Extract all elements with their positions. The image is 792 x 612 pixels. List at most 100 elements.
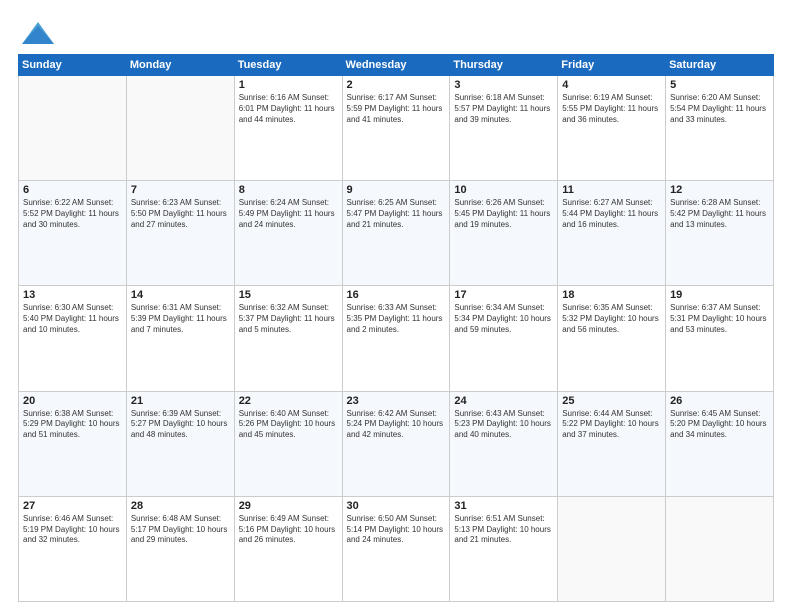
calendar-cell: 30 Sunrise: 6:50 AM Sunset: 5:14 PM Dayli…: [342, 496, 450, 601]
day-info: Sunrise: 6:33 AM Sunset: 5:35 PM Dayligh…: [347, 303, 446, 335]
calendar-cell: 17 Sunrise: 6:34 AM Sunset: 5:34 PM Dayli…: [450, 286, 558, 391]
calendar-cell: 28Sunrise: 6:48 AM Sunset: 5:17 PM Dayli…: [126, 496, 234, 601]
calendar-cell: 23 Sunrise: 6:42 AM Sunset: 5:24 PM Dayli…: [342, 391, 450, 496]
day-info: Sunrise: 6:34 AM Sunset: 5:34 PM Dayligh…: [454, 303, 553, 335]
day-number: 23: [347, 395, 446, 407]
calendar-table: SundayMondayTuesdayWednesdayThursdayFrid…: [18, 54, 774, 602]
calendar-cell: 26 Sunrise: 6:45 AM Sunset: 5:20 PM Dayli…: [666, 391, 774, 496]
calendar-cell: 7 Sunrise: 6:23 AM Sunset: 5:50 PM Daylig…: [126, 181, 234, 286]
calendar-cell: 19Sunrise: 6:37 AM Sunset: 5:31 PM Dayli…: [666, 286, 774, 391]
calendar-cell: 14Sunrise: 6:31 AM Sunset: 5:39 PM Dayli…: [126, 286, 234, 391]
day-info: Sunrise: 6:23 AM Sunset: 5:50 PM Dayligh…: [131, 198, 230, 230]
calendar-cell: 16 Sunrise: 6:33 AM Sunset: 5:35 PM Dayli…: [342, 286, 450, 391]
weekday-header-row: SundayMondayTuesdayWednesdayThursdayFrid…: [19, 55, 774, 76]
day-info: Sunrise: 6:22 AM Sunset: 5:52 PM Dayligh…: [23, 198, 122, 230]
day-number: 11: [562, 184, 661, 196]
day-info: Sunrise: 6:50 AM Sunset: 5:14 PM Dayligh…: [347, 514, 446, 546]
day-info: Sunrise: 6:30 AM Sunset: 5:40 PM Dayligh…: [23, 303, 122, 335]
calendar-cell: 6Sunrise: 6:22 AM Sunset: 5:52 PM Daylig…: [19, 181, 127, 286]
day-number: 7: [131, 184, 230, 196]
day-number: 8: [239, 184, 338, 196]
calendar-cell: 18 Sunrise: 6:35 AM Sunset: 5:32 PM Dayli…: [558, 286, 666, 391]
calendar-cell: 31 Sunrise: 6:51 AM Sunset: 5:13 PM Dayli…: [450, 496, 558, 601]
header: [18, 18, 774, 46]
day-number: 1: [239, 79, 338, 91]
calendar-cell: [19, 76, 127, 181]
calendar-cell: 9 Sunrise: 6:25 AM Sunset: 5:47 PM Daylig…: [342, 181, 450, 286]
day-info: Sunrise: 6:37 AM Sunset: 5:31 PM Dayligh…: [670, 303, 769, 335]
day-info: Sunrise: 6:49 AM Sunset: 5:16 PM Dayligh…: [239, 514, 338, 546]
day-info: Sunrise: 6:18 AM Sunset: 5:57 PM Dayligh…: [454, 93, 553, 125]
calendar-cell: [126, 76, 234, 181]
calendar-cell: 29 Sunrise: 6:49 AM Sunset: 5:16 PM Dayli…: [234, 496, 342, 601]
calendar-cell: [666, 496, 774, 601]
day-number: 15: [239, 289, 338, 301]
day-number: 10: [454, 184, 553, 196]
day-info: Sunrise: 6:19 AM Sunset: 5:55 PM Dayligh…: [562, 93, 661, 125]
day-number: 22: [239, 395, 338, 407]
calendar-cell: [558, 496, 666, 601]
weekday-header-thursday: Thursday: [450, 55, 558, 76]
day-info: Sunrise: 6:44 AM Sunset: 5:22 PM Dayligh…: [562, 409, 661, 441]
day-number: 14: [131, 289, 230, 301]
day-number: 12: [670, 184, 769, 196]
calendar-cell: 4 Sunrise: 6:19 AM Sunset: 5:55 PM Daylig…: [558, 76, 666, 181]
page: SundayMondayTuesdayWednesdayThursdayFrid…: [0, 0, 792, 612]
day-info: Sunrise: 6:25 AM Sunset: 5:47 PM Dayligh…: [347, 198, 446, 230]
weekday-header-friday: Friday: [558, 55, 666, 76]
logo-icon: [18, 18, 56, 46]
day-number: 9: [347, 184, 446, 196]
day-number: 28: [131, 500, 230, 512]
day-number: 20: [23, 395, 122, 407]
day-number: 18: [562, 289, 661, 301]
day-number: 17: [454, 289, 553, 301]
calendar-cell: 5 Sunrise: 6:20 AM Sunset: 5:54 PM Daylig…: [666, 76, 774, 181]
day-info: Sunrise: 6:35 AM Sunset: 5:32 PM Dayligh…: [562, 303, 661, 335]
logo: [18, 18, 58, 46]
day-info: Sunrise: 6:39 AM Sunset: 5:27 PM Dayligh…: [131, 409, 230, 441]
calendar-cell: 20Sunrise: 6:38 AM Sunset: 5:29 PM Dayli…: [19, 391, 127, 496]
calendar-cell: 15Sunrise: 6:32 AM Sunset: 5:37 PM Dayli…: [234, 286, 342, 391]
day-info: Sunrise: 6:16 AM Sunset: 6:01 PM Dayligh…: [239, 93, 338, 125]
calendar-cell: 13Sunrise: 6:30 AM Sunset: 5:40 PM Dayli…: [19, 286, 127, 391]
day-number: 31: [454, 500, 553, 512]
day-number: 16: [347, 289, 446, 301]
day-info: Sunrise: 6:45 AM Sunset: 5:20 PM Dayligh…: [670, 409, 769, 441]
calendar-cell: 27 Sunrise: 6:46 AM Sunset: 5:19 PM Dayli…: [19, 496, 127, 601]
day-info: Sunrise: 6:17 AM Sunset: 5:59 PM Dayligh…: [347, 93, 446, 125]
day-info: Sunrise: 6:20 AM Sunset: 5:54 PM Dayligh…: [670, 93, 769, 125]
calendar-cell: 22 Sunrise: 6:40 AM Sunset: 5:26 PM Dayli…: [234, 391, 342, 496]
day-info: Sunrise: 6:27 AM Sunset: 5:44 PM Dayligh…: [562, 198, 661, 230]
calendar-week-5: 27 Sunrise: 6:46 AM Sunset: 5:19 PM Dayli…: [19, 496, 774, 601]
calendar-cell: 1 Sunrise: 6:16 AM Sunset: 6:01 PM Daylig…: [234, 76, 342, 181]
day-info: Sunrise: 6:42 AM Sunset: 5:24 PM Dayligh…: [347, 409, 446, 441]
weekday-header-saturday: Saturday: [666, 55, 774, 76]
calendar-week-2: 6Sunrise: 6:22 AM Sunset: 5:52 PM Daylig…: [19, 181, 774, 286]
calendar-cell: 25 Sunrise: 6:44 AM Sunset: 5:22 PM Dayli…: [558, 391, 666, 496]
calendar-cell: 24Sunrise: 6:43 AM Sunset: 5:23 PM Dayli…: [450, 391, 558, 496]
day-info: Sunrise: 6:28 AM Sunset: 5:42 PM Dayligh…: [670, 198, 769, 230]
day-number: 5: [670, 79, 769, 91]
calendar-cell: 3 Sunrise: 6:18 AM Sunset: 5:57 PM Daylig…: [450, 76, 558, 181]
day-number: 24: [454, 395, 553, 407]
day-number: 27: [23, 500, 122, 512]
calendar-week-4: 20Sunrise: 6:38 AM Sunset: 5:29 PM Dayli…: [19, 391, 774, 496]
weekday-header-wednesday: Wednesday: [342, 55, 450, 76]
day-info: Sunrise: 6:46 AM Sunset: 5:19 PM Dayligh…: [23, 514, 122, 546]
calendar-cell: 2Sunrise: 6:17 AM Sunset: 5:59 PM Daylig…: [342, 76, 450, 181]
calendar-week-1: 1 Sunrise: 6:16 AM Sunset: 6:01 PM Daylig…: [19, 76, 774, 181]
day-number: 26: [670, 395, 769, 407]
day-number: 30: [347, 500, 446, 512]
weekday-header-monday: Monday: [126, 55, 234, 76]
weekday-header-tuesday: Tuesday: [234, 55, 342, 76]
day-number: 4: [562, 79, 661, 91]
weekday-header-sunday: Sunday: [19, 55, 127, 76]
day-info: Sunrise: 6:40 AM Sunset: 5:26 PM Dayligh…: [239, 409, 338, 441]
day-number: 29: [239, 500, 338, 512]
calendar-cell: 12 Sunrise: 6:28 AM Sunset: 5:42 PM Dayli…: [666, 181, 774, 286]
day-info: Sunrise: 6:24 AM Sunset: 5:49 PM Dayligh…: [239, 198, 338, 230]
day-number: 25: [562, 395, 661, 407]
day-number: 3: [454, 79, 553, 91]
calendar-cell: 21Sunrise: 6:39 AM Sunset: 5:27 PM Dayli…: [126, 391, 234, 496]
day-info: Sunrise: 6:51 AM Sunset: 5:13 PM Dayligh…: [454, 514, 553, 546]
